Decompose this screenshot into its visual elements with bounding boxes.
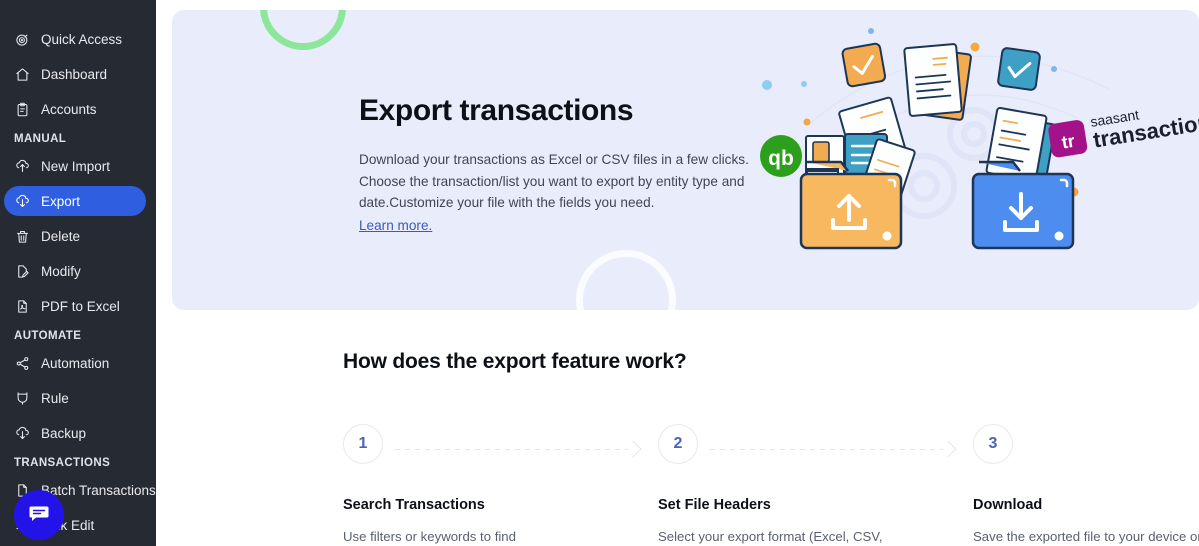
- sidebar-item-label: Modify: [41, 263, 81, 279]
- banner-text-block: Export transactions Download your transa…: [359, 94, 779, 235]
- sidebar-group-automate: AUTOMATE Automation Rule Backup: [0, 330, 156, 448]
- page-title: Export transactions: [359, 94, 634, 127]
- sidebar-item-label: New Import: [41, 158, 111, 174]
- sidebar-item-accounts[interactable]: Accounts: [4, 94, 146, 124]
- trash-icon: [14, 228, 30, 244]
- step-description: Save the exported file to your device or: [973, 529, 1199, 544]
- step-title: Search Transactions: [343, 497, 485, 513]
- connector-dots: [710, 448, 943, 450]
- home-icon: [14, 66, 30, 82]
- sidebar-item-dashboard[interactable]: Dashboard: [4, 59, 146, 89]
- connector-dots: [395, 448, 628, 450]
- step-item: 3 Download Save the exported file to you…: [973, 424, 1199, 546]
- sidebar-item-modify[interactable]: Modify: [4, 256, 146, 286]
- step-item: 1 Search Transactions Use filters or key…: [343, 424, 658, 546]
- sidebar-item-delete[interactable]: Delete: [4, 221, 146, 251]
- share-nodes-icon: [14, 355, 30, 371]
- step-item: 2 Set File Headers Select your export fo…: [658, 424, 973, 546]
- export-illustration: qb tr saasant transactions: [760, 28, 1199, 250]
- step-description: Select your export format (Excel, CSV,: [658, 529, 883, 544]
- banner-description: Download your transactions as Excel or C…: [359, 152, 749, 210]
- steps-list: 1 Search Transactions Use filters or key…: [343, 424, 1199, 546]
- clipboard-icon: [14, 101, 30, 117]
- app-root: Quick Access Dashboard Accounts MANUAL N…: [0, 0, 1199, 546]
- sidebar-section-label-transactions: TRANSACTIONS: [14, 457, 111, 469]
- sidebar-item-rule[interactable]: Rule: [4, 383, 146, 413]
- file-pdf-icon: [14, 298, 30, 314]
- file-edit-icon: [14, 263, 30, 279]
- decorative-green-circle: [260, 10, 346, 50]
- step-number-badge: 3: [973, 424, 1013, 464]
- cloud-download-icon: [14, 193, 30, 209]
- sidebar-item-backup[interactable]: Backup: [4, 418, 146, 448]
- sidebar-item-export[interactable]: Export: [4, 186, 146, 216]
- decorative-white-circle: [576, 250, 676, 310]
- chat-bubble-icon: [27, 501, 51, 530]
- megaphone-icon: [14, 390, 30, 406]
- chevron-right-icon: [624, 440, 642, 458]
- sidebar-item-label: Quick Access: [41, 31, 123, 47]
- sidebar-item-label: Batch Transactions: [41, 482, 156, 498]
- step-connector: [395, 440, 642, 458]
- sidebar-item-label: Rule: [41, 390, 69, 406]
- sidebar-group-manual: MANUAL New Import Export Delete Modify P…: [0, 133, 156, 321]
- chevron-right-icon: [939, 440, 957, 458]
- step-number-badge: 1: [343, 424, 383, 464]
- target-icon: [14, 31, 30, 47]
- learn-more-link[interactable]: Learn more.: [359, 218, 432, 233]
- sidebar-item-label: Automation: [41, 355, 110, 371]
- step-title: Download: [973, 497, 1043, 513]
- sidebar-item-label: Backup: [41, 425, 87, 441]
- sidebar-item-new-import[interactable]: New Import: [4, 151, 146, 181]
- sidebar: Quick Access Dashboard Accounts MANUAL N…: [0, 0, 156, 546]
- sidebar-item-label: Dashboard: [41, 66, 108, 82]
- step-title: Set File Headers: [658, 497, 771, 513]
- sidebar-section-label-automate: AUTOMATE: [14, 330, 82, 342]
- sidebar-item-label: PDF to Excel: [41, 298, 120, 314]
- step-description: Use filters or keywords to find: [343, 529, 516, 544]
- sidebar-item-label: Delete: [41, 228, 81, 244]
- step-connector: [710, 440, 957, 458]
- export-banner: Export transactions Download your transa…: [172, 10, 1199, 310]
- main-content: Export transactions Download your transa…: [156, 0, 1199, 546]
- sidebar-section-label-manual: MANUAL: [14, 133, 67, 145]
- sidebar-item-quick-access[interactable]: Quick Access: [4, 24, 146, 54]
- chat-widget-button[interactable]: [14, 490, 64, 540]
- sidebar-item-label: Export: [41, 193, 81, 209]
- how-it-works-title: How does the export feature work?: [343, 350, 687, 373]
- sidebar-item-automation[interactable]: Automation: [4, 348, 146, 378]
- sidebar-item-pdf-to-excel[interactable]: PDF to Excel: [4, 291, 146, 321]
- step-number-badge: 2: [658, 424, 698, 464]
- cloud-upload-icon: [14, 158, 30, 174]
- saasant-transactions-logo: tr saasant transactions: [1048, 106, 1199, 158]
- cloud-download-icon: [14, 425, 30, 441]
- sidebar-item-label: Accounts: [41, 101, 97, 117]
- sidebar-group-main: Quick Access Dashboard Accounts: [0, 24, 156, 124]
